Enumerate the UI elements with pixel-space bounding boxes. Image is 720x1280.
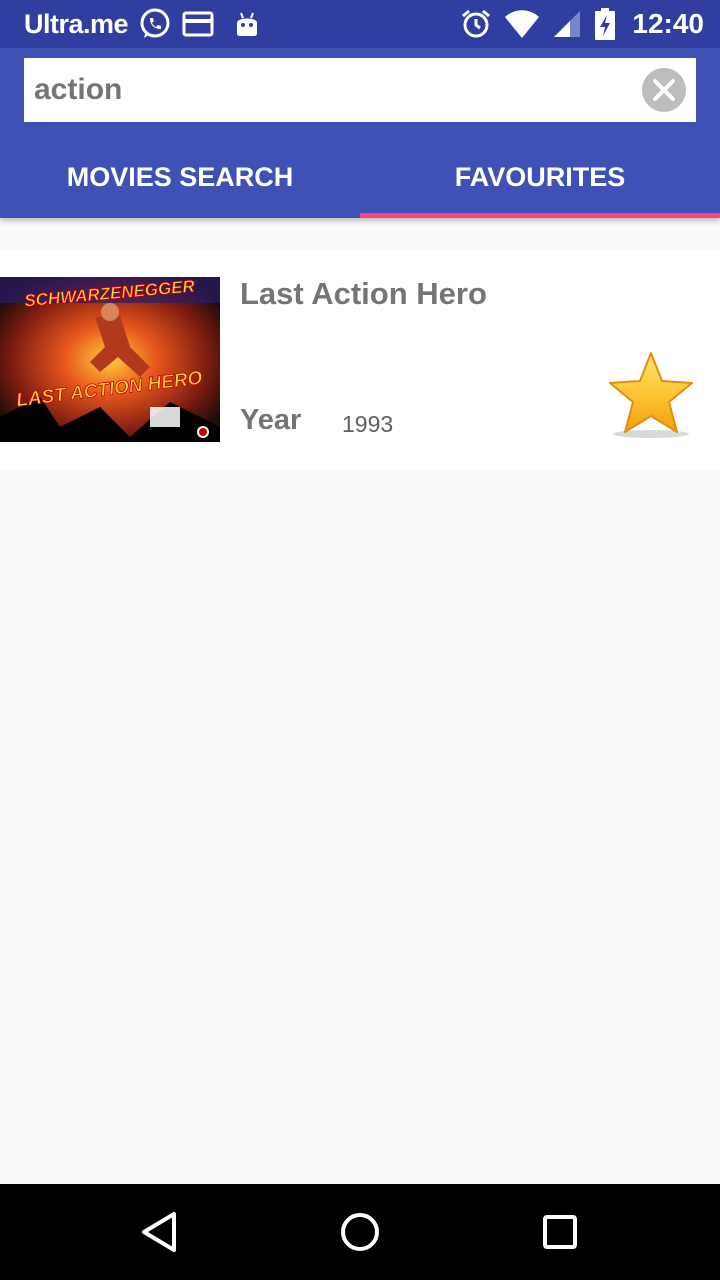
list-item[interactable]: SCHWARZENEGGER LAST ACTION HERO Last Act… — [0, 250, 720, 470]
close-icon — [653, 79, 675, 101]
back-button[interactable] — [136, 1208, 184, 1256]
favourite-button[interactable] — [606, 350, 696, 442]
movie-title: Last Action Hero — [240, 276, 487, 311]
app-bar: MOVIES SEARCH FAVOURITES — [0, 48, 720, 218]
year-label: Year — [240, 404, 302, 436]
clock: 12:40 — [632, 8, 704, 39]
status-bar-right: 12:40 — [460, 0, 704, 48]
recents-button[interactable] — [536, 1208, 584, 1256]
recents-icon — [543, 1215, 577, 1249]
movie-poster: SCHWARZENEGGER LAST ACTION HERO — [0, 277, 220, 442]
year-value: 1993 — [342, 411, 394, 437]
favourites-list: SCHWARZENEGGER LAST ACTION HERO Last Act… — [0, 250, 720, 470]
home-button[interactable] — [336, 1208, 384, 1256]
tab-label: FAVOURITES — [454, 161, 626, 192]
navigation-bar — [0, 1184, 720, 1280]
status-bar-left: Ultra.me — [24, 0, 262, 48]
search-input[interactable] — [34, 58, 634, 122]
battery-charging-icon — [595, 8, 616, 40]
clear-search-button[interactable] — [642, 68, 686, 112]
selected-tab-indicator — [360, 213, 720, 218]
android-icon — [237, 12, 258, 36]
tab-bar: MOVIES SEARCH FAVOURITES — [0, 136, 720, 218]
tab-label: MOVIES SEARCH — [66, 161, 294, 192]
star-icon — [609, 352, 693, 438]
alarm-icon — [462, 9, 491, 38]
tab-favourites[interactable]: FAVOURITES — [360, 136, 720, 218]
carrier-name: Ultra.me — [24, 8, 129, 39]
back-icon — [142, 1212, 176, 1252]
home-icon — [341, 1213, 379, 1251]
status-bar: Ultra.me 12:40 — [0, 0, 720, 48]
whatsapp-icon — [140, 8, 170, 38]
signal-icon — [554, 11, 581, 37]
search-box — [24, 58, 696, 122]
tab-movies-search[interactable]: MOVIES SEARCH — [0, 136, 360, 218]
poster-image: SCHWARZENEGGER LAST ACTION HERO — [0, 277, 220, 442]
card-icon — [182, 11, 214, 37]
wifi-icon — [505, 10, 540, 38]
